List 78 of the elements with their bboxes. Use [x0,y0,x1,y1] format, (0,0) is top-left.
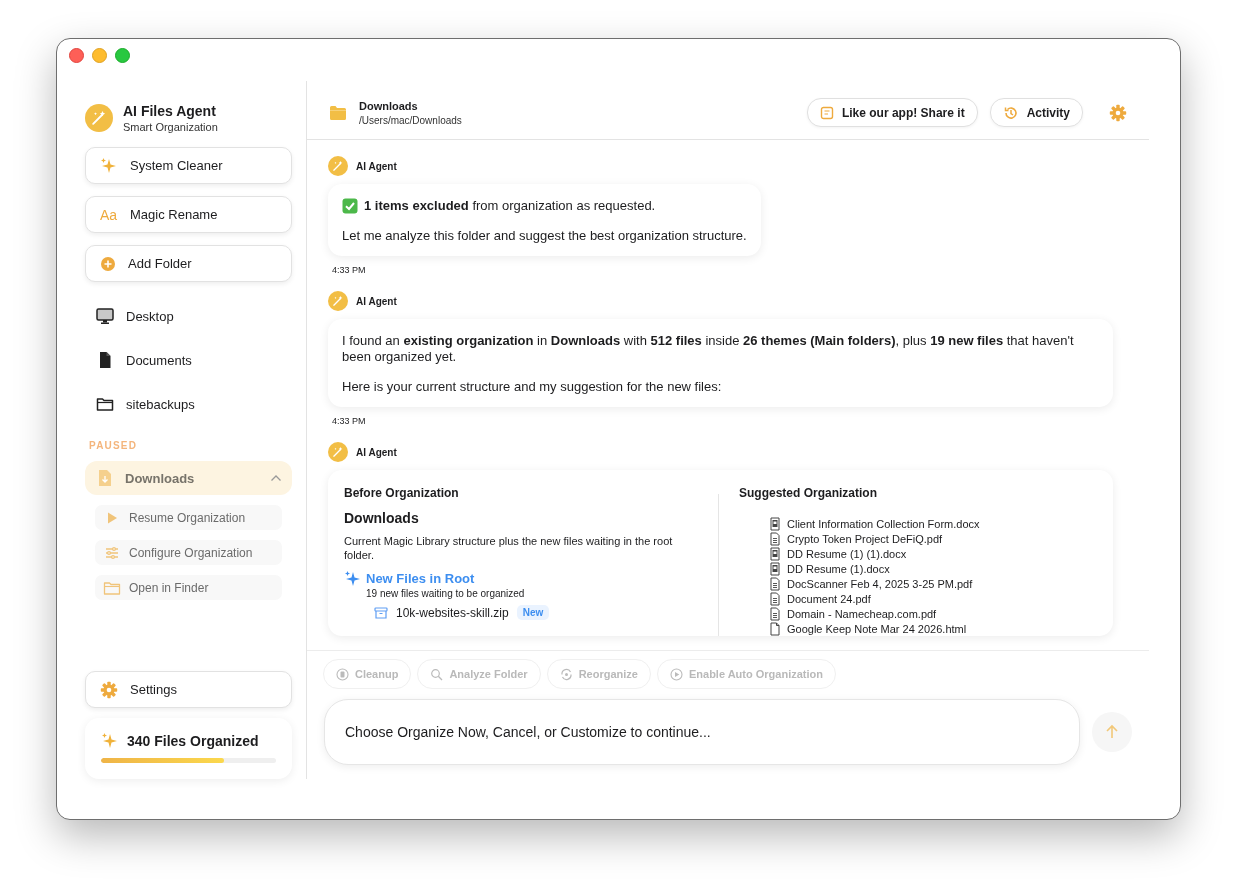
message-text: Let me analyze this folder and suggest the best organization structure. [342,228,747,244]
menu-item[interactable]: Open in Finder [95,575,282,600]
sender-name: AI Agent [356,446,397,458]
file-name: DD Resume (1) (1).docx [787,547,907,560]
file-icon [769,561,781,576]
file-name: Crypto Token Project DeFiQ.pdf [787,532,943,545]
wand-icon [85,104,113,132]
file-icon [769,531,781,546]
file-name: DD Resume (1).docx [787,562,890,575]
timestamp: 4:33 PM [332,265,367,275]
new-badge: New [516,605,550,620]
message-text: Here is your current structure and my suggestion for the new files: [342,379,722,395]
column-heading: Before Organization [344,486,460,500]
column-heading: Suggested Organization [739,486,878,500]
progress-label: 340 Files Organized [127,733,259,749]
wand-icon [328,156,348,176]
refresh-icon [559,667,573,681]
desktop-icon [96,307,114,325]
sidebar-button[interactable]: System Cleaner [85,147,292,184]
file-icon [769,546,781,561]
wand-icon [328,291,348,311]
file-icon [769,516,781,531]
folder-item[interactable]: Documents [85,338,292,382]
folder-icon [96,395,114,413]
play-icon [669,667,683,681]
app-title: AI Files Agent [123,103,217,119]
sender-name: AI Agent [356,295,397,307]
check-icon [342,198,358,214]
text-style-icon: Aa [100,206,118,223]
zoom-window-button[interactable] [115,47,130,63]
arrow-up-icon [1104,724,1120,740]
note-icon [819,105,834,120]
timestamp: 4:33 PM [332,416,367,426]
folder-item[interactable]: Downloads [85,461,292,495]
file-name: Domain - Namecheap.com.pdf [787,607,937,620]
sidebar-button[interactable]: Add Folder [85,245,292,282]
file-name: DocScanner Feb 4, 2025 3-25 PM.pdf [787,577,973,590]
settings-icon[interactable] [1109,103,1127,122]
archive-icon [374,605,388,620]
file-icon [769,576,781,591]
download-file-icon [97,469,113,487]
search-icon [430,667,444,681]
folder-item[interactable]: Desktop [85,294,292,338]
file-icon [769,591,781,606]
description: Current Magic Library structure plus the new files waiting in the root folder. [344,534,674,562]
file-icon [769,606,781,621]
chevron-up-icon [270,474,282,482]
folder-title: Downloads [344,510,420,526]
group-subtitle: 19 new files waiting to be organized [366,588,526,599]
sidebar-button[interactable]: Aa Magic Rename [85,196,292,233]
app-subtitle: Smart Organization [123,121,218,133]
folder-icon [329,104,347,121]
sender-name: AI Agent [356,160,397,172]
file-name: Document 24.pdf [787,592,871,605]
minimize-window-button[interactable] [92,47,107,63]
settings-button[interactable]: Settings [85,671,292,708]
file-name: Client Information Collection Form.docx [787,517,980,530]
section-heading: PAUSED [89,440,139,451]
plus-circle-icon [100,255,116,272]
menu-item[interactable]: Resume Organization [95,505,282,530]
message-text: I found an existing organization in Downloads with 512 files inside 26 themes (Main folders), plus 19 new files that haven't been organized yet. [342,333,1075,365]
activity-button[interactable]: Activity [989,98,1083,127]
folder-item[interactable]: sitebackups [85,382,292,426]
file-icon [769,621,781,636]
sparkle-icon [344,570,360,586]
menu-item[interactable]: Configure Organization [95,540,282,565]
message-text: 1 items excluded from organization as requested. [364,198,656,214]
share-button[interactable]: Like our app! Share it [806,98,978,127]
message-input[interactable]: Choose Organize Now, Cancel, or Customize to continue... [324,699,1080,765]
close-window-button[interactable] [69,47,84,63]
send-button[interactable] [1092,712,1132,752]
wand-icon [328,442,348,462]
file-name: 10k-websites-skill.zip [396,605,509,620]
folder-title: Downloads [359,99,419,112]
settings-icon [100,680,118,699]
history-icon [1002,104,1019,121]
folder-path: /Users/mac/Downloads [359,114,463,126]
file-name: Google Keep Note Mar 24 2026.html [787,622,967,635]
